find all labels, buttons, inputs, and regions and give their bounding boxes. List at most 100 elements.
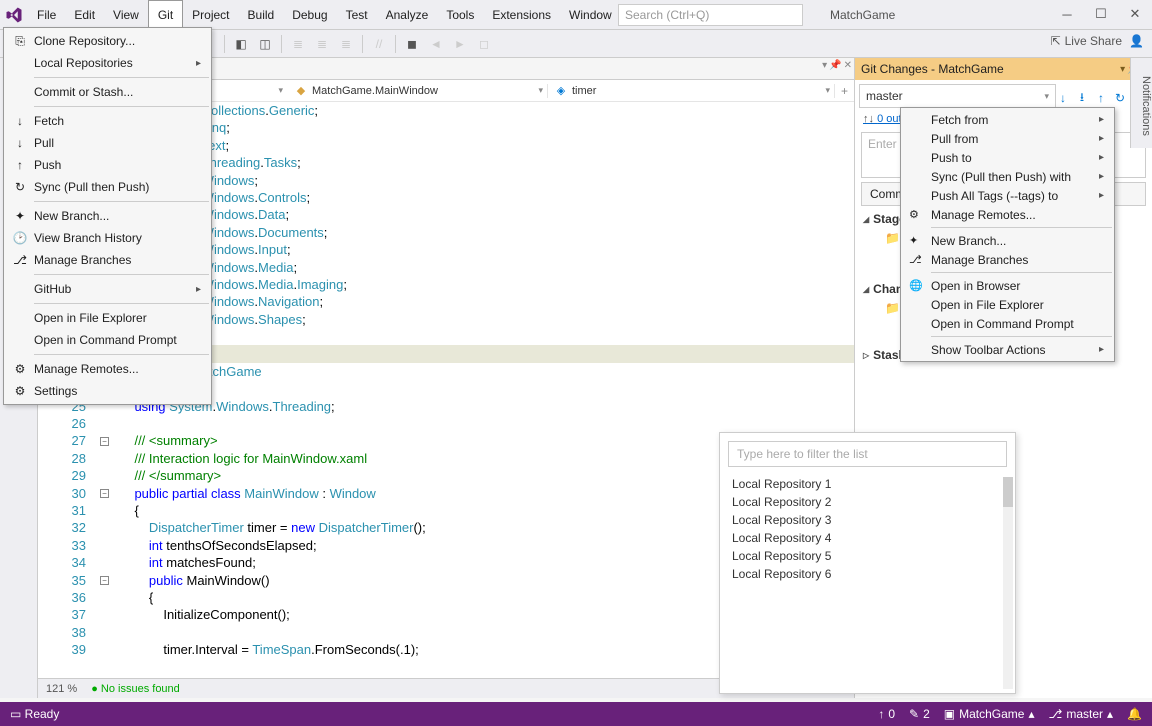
zoom-level[interactable]: 121 % xyxy=(46,683,77,695)
field-icon: ◈ xyxy=(554,84,568,98)
menu-tools[interactable]: Tools xyxy=(437,0,483,29)
menu-debug[interactable]: Debug xyxy=(283,0,336,29)
menu-item-icon: ✦ xyxy=(12,208,28,224)
status-repo[interactable]: ▣ MatchGame ▴ xyxy=(944,707,1035,721)
nav-class-combo[interactable]: ◆ MatchGame.MainWindow xyxy=(288,84,548,98)
scrollbar[interactable] xyxy=(1003,477,1013,689)
repo-list-item[interactable]: Local Repository 4 xyxy=(728,529,1007,547)
search-input[interactable]: Search (Ctrl+Q) xyxy=(618,4,803,26)
bookmark-nav-icon[interactable]: ◄ xyxy=(425,33,447,55)
ctx-menu-item[interactable]: Open in File Explorer xyxy=(903,295,1112,314)
menu-project[interactable]: Project xyxy=(183,0,238,29)
menu-file[interactable]: File xyxy=(28,0,65,29)
ctx-menu-item[interactable]: Open in Command Prompt xyxy=(903,314,1112,333)
menu-item-icon: ⎇ xyxy=(12,252,28,268)
menu-analyze[interactable]: Analyze xyxy=(377,0,438,29)
menu-item-icon xyxy=(12,332,28,348)
dropdown-icon[interactable]: ▾ xyxy=(822,60,827,71)
status-push-count[interactable]: ↑ 0 xyxy=(878,707,895,721)
git-actions-context-menu: Fetch from▸Pull from▸Push to▸Sync (Pull … xyxy=(900,107,1115,362)
menu-item-icon: ⎘ xyxy=(12,33,28,49)
push-icon[interactable]: ↑ xyxy=(1093,90,1109,106)
folder-icon: 📁 xyxy=(885,231,900,245)
git-menu-item[interactable]: ⎘Clone Repository... xyxy=(6,30,209,52)
issues-status[interactable]: ● No issues found xyxy=(91,683,180,695)
repo-list-item[interactable]: Local Repository 1 xyxy=(728,475,1007,493)
repo-list-item[interactable]: Local Repository 5 xyxy=(728,547,1007,565)
folder-icon: 📁 xyxy=(885,301,900,315)
repo-list-item[interactable]: Local Repository 6 xyxy=(728,565,1007,583)
indent-icon[interactable]: ≣ xyxy=(311,33,333,55)
branch-selector[interactable]: master xyxy=(859,84,1056,108)
status-ready: ▭ Ready xyxy=(10,707,59,721)
bookmark-nav-icon[interactable]: ► xyxy=(449,33,471,55)
indent-icon[interactable]: ≣ xyxy=(335,33,357,55)
menu-test[interactable]: Test xyxy=(337,0,377,29)
ctx-menu-item[interactable]: Show Toolbar Actions▸ xyxy=(903,340,1112,359)
notifications-icon[interactable]: 🔔 xyxy=(1127,707,1142,721)
git-menu-item[interactable]: Local Repositories▸ xyxy=(6,52,209,74)
ctx-menu-item[interactable]: ⚙Manage Remotes... xyxy=(903,205,1112,224)
git-menu-item[interactable]: ⚙Manage Remotes... xyxy=(6,358,209,380)
toolbar-icon[interactable]: ◫ xyxy=(254,33,276,55)
add-icon[interactable]: + xyxy=(835,84,854,98)
close-tab-icon[interactable]: ✕ xyxy=(844,60,852,71)
app-title: MatchGame xyxy=(830,0,895,30)
git-menu-item[interactable]: ↻Sync (Pull then Push) xyxy=(6,176,209,198)
menu-extensions[interactable]: Extensions xyxy=(483,0,560,29)
menu-item-icon: 🌐 xyxy=(909,279,925,292)
bookmark-clear-icon[interactable]: ◻ xyxy=(473,33,495,55)
minimize-button[interactable]: ─ xyxy=(1050,0,1084,28)
indent-icon[interactable]: ≣ xyxy=(287,33,309,55)
menu-git[interactable]: Git xyxy=(148,0,183,29)
dropdown-icon[interactable]: ▾ xyxy=(1120,64,1125,75)
git-menu-item[interactable]: ↓Fetch xyxy=(6,110,209,132)
status-branch[interactable]: ⎇ master ▴ xyxy=(1049,707,1114,721)
ctx-menu-item[interactable]: Fetch from▸ xyxy=(903,110,1112,129)
pull-icon[interactable]: ⭳ xyxy=(1074,90,1090,106)
ctx-menu-item[interactable]: ✦New Branch... xyxy=(903,231,1112,250)
account-icon[interactable]: 👤 xyxy=(1129,34,1144,48)
live-share-button[interactable]: ⇱ Live Share xyxy=(1051,34,1122,48)
git-menu-item[interactable]: 🕑View Branch History xyxy=(6,227,209,249)
git-menu-item[interactable]: GitHub▸ xyxy=(6,278,209,300)
repo-filter-input[interactable]: Type here to filter the list xyxy=(728,441,1007,467)
repo-list-item[interactable]: Local Repository 2 xyxy=(728,493,1007,511)
repo-list-item[interactable]: Local Repository 3 xyxy=(728,511,1007,529)
sync-icon[interactable]: ↻ xyxy=(1112,90,1128,106)
window-controls: ─ ☐ ✕ xyxy=(1050,0,1152,28)
git-menu-item[interactable]: ✦New Branch... xyxy=(6,205,209,227)
ctx-menu-item[interactable]: Push All Tags (--tags) to▸ xyxy=(903,186,1112,205)
live-share-icon: ⇱ xyxy=(1051,34,1061,48)
menu-view[interactable]: View xyxy=(104,0,148,29)
menu-window[interactable]: Window xyxy=(560,0,621,29)
git-menu-item[interactable]: ⎇Manage Branches xyxy=(6,249,209,271)
menu-edit[interactable]: Edit xyxy=(65,0,104,29)
menu-item-icon: ⚙ xyxy=(12,383,28,399)
menu-item-icon: ↑ xyxy=(12,157,28,173)
ctx-menu-item[interactable]: 🌐Open in Browser xyxy=(903,276,1112,295)
pin-icon[interactable]: 📌 xyxy=(829,60,841,71)
status-pending-count[interactable]: ✎ 2 xyxy=(909,707,930,721)
git-menu-item[interactable]: ⚙Settings xyxy=(6,380,209,402)
git-menu-item[interactable]: ↓Pull xyxy=(6,132,209,154)
ctx-menu-item[interactable]: Push to▸ xyxy=(903,148,1112,167)
git-changes-title[interactable]: Git Changes - MatchGame ▾ 📌 ✕ xyxy=(855,58,1152,80)
ctx-menu-item[interactable]: ⎇Manage Branches xyxy=(903,250,1112,269)
maximize-button[interactable]: ☐ xyxy=(1084,0,1118,28)
toolbar-icon[interactable]: ◧ xyxy=(230,33,252,55)
git-menu-item[interactable]: ↑Push xyxy=(6,154,209,176)
git-menu-item[interactable]: Open in File Explorer xyxy=(6,307,209,329)
comment-icon[interactable]: // xyxy=(368,33,390,55)
nav-member-combo[interactable]: ◈ timer xyxy=(548,84,835,98)
close-button[interactable]: ✕ xyxy=(1118,0,1152,28)
bookmark-icon[interactable]: ◼ xyxy=(401,33,423,55)
notifications-tab[interactable]: Notifications xyxy=(1130,58,1152,148)
ctx-menu-item[interactable]: Pull from▸ xyxy=(903,129,1112,148)
git-menu-item[interactable]: Commit or Stash... xyxy=(6,81,209,103)
ctx-menu-item[interactable]: Sync (Pull then Push) with▸ xyxy=(903,167,1112,186)
fetch-icon[interactable]: ↓ xyxy=(1055,90,1071,106)
git-menu-item[interactable]: Open in Command Prompt xyxy=(6,329,209,351)
menu-build[interactable]: Build xyxy=(239,0,284,29)
menu-item-icon: ↻ xyxy=(12,179,28,195)
